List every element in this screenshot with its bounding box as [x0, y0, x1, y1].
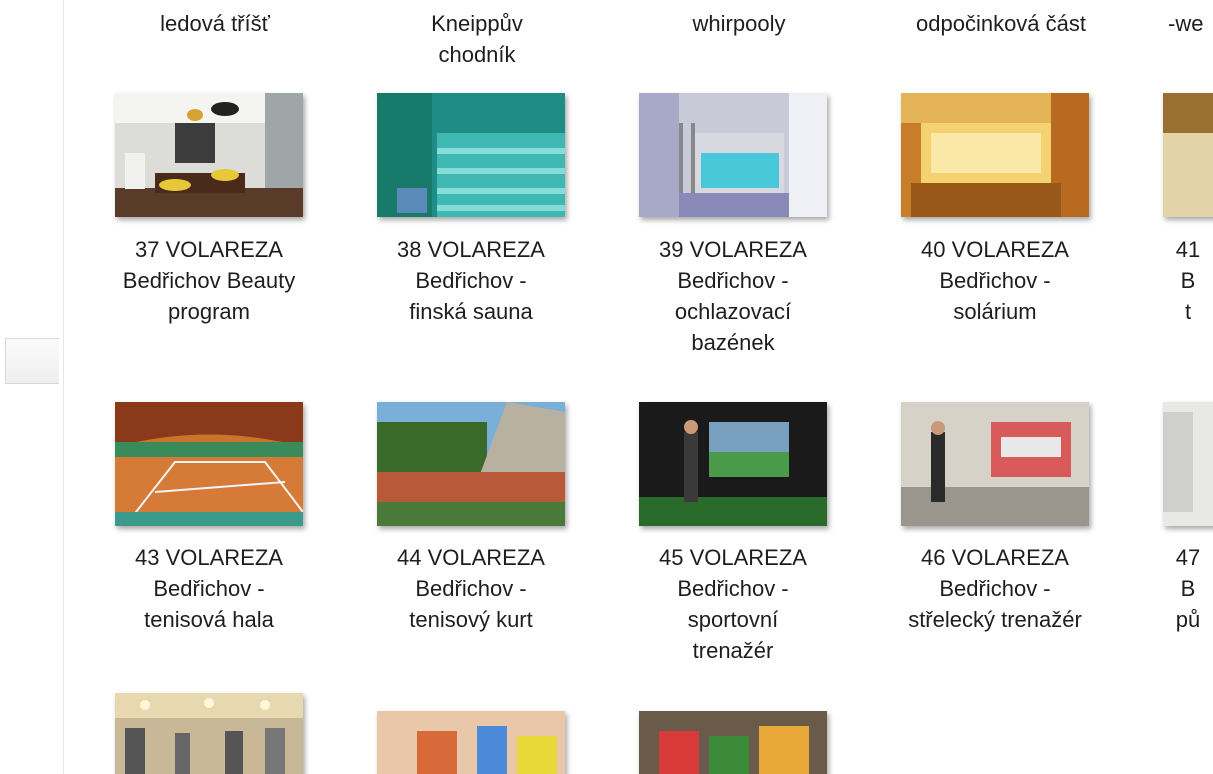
- file-label-41[interactable]: 41 B t: [1158, 234, 1213, 327]
- file-label-ledova-trist[interactable]: ledová tříšť: [100, 8, 330, 39]
- navigation-pane: [0, 0, 64, 774]
- file-label-37[interactable]: 37 VOLAREZA Bedřichov Beauty program: [94, 234, 324, 327]
- cooling-pool-thumbnail[interactable]: [639, 93, 827, 217]
- file-label-whirpooly[interactable]: whirpooly: [624, 8, 854, 39]
- shooting-simulator-thumbnail[interactable]: [901, 402, 1089, 526]
- gym-hall-thumbnail[interactable]: [1163, 93, 1213, 217]
- file-label-kneippuv-chodnik[interactable]: Kneippův chodník: [362, 8, 592, 70]
- partial-thumbnail[interactable]: [1163, 402, 1213, 526]
- file-label-43[interactable]: 43 VOLAREZA Bedřichov - tenisová hala: [94, 542, 324, 635]
- thumbnail-view: ledová tříšť Kneippův chodník whirpooly …: [64, 0, 1213, 774]
- kids-play-area-thumbnail[interactable]: [639, 711, 827, 774]
- file-explorer-window: ledová tříšť Kneippův chodník whirpooly …: [0, 0, 1213, 774]
- kids-playroom-thumbnail[interactable]: [377, 711, 565, 774]
- file-label-47[interactable]: 47 B pů: [1158, 542, 1213, 635]
- beauty-salon-thumbnail[interactable]: [115, 93, 303, 217]
- file-label-40[interactable]: 40 VOLAREZA Bedřichov - solárium: [880, 234, 1110, 327]
- tennis-hall-thumbnail[interactable]: [115, 402, 303, 526]
- sport-simulator-thumbnail[interactable]: [639, 402, 827, 526]
- file-label-partial-top[interactable]: -we: [1168, 8, 1213, 39]
- file-label-38[interactable]: 38 VOLAREZA Bedřichov - finská sauna: [356, 234, 586, 327]
- finnish-sauna-thumbnail[interactable]: [377, 93, 565, 217]
- file-label-45[interactable]: 45 VOLAREZA Bedřichov - sportovní trenaž…: [618, 542, 848, 666]
- file-label-39[interactable]: 39 VOLAREZA Bedřichov - ochlazovací bazé…: [618, 234, 848, 358]
- navigation-pane-scroll-button[interactable]: [5, 338, 59, 384]
- solarium-thumbnail[interactable]: [901, 93, 1089, 217]
- file-label-46[interactable]: 46 VOLAREZA Bedřichov - střelecký trenaž…: [880, 542, 1110, 635]
- fitness-room-thumbnail[interactable]: [115, 693, 303, 774]
- tennis-court-thumbnail[interactable]: [377, 402, 565, 526]
- file-label-44[interactable]: 44 VOLAREZA Bedřichov - tenisový kurt: [356, 542, 586, 635]
- file-label-odpocinkova-cast[interactable]: odpočinková část: [886, 8, 1116, 39]
